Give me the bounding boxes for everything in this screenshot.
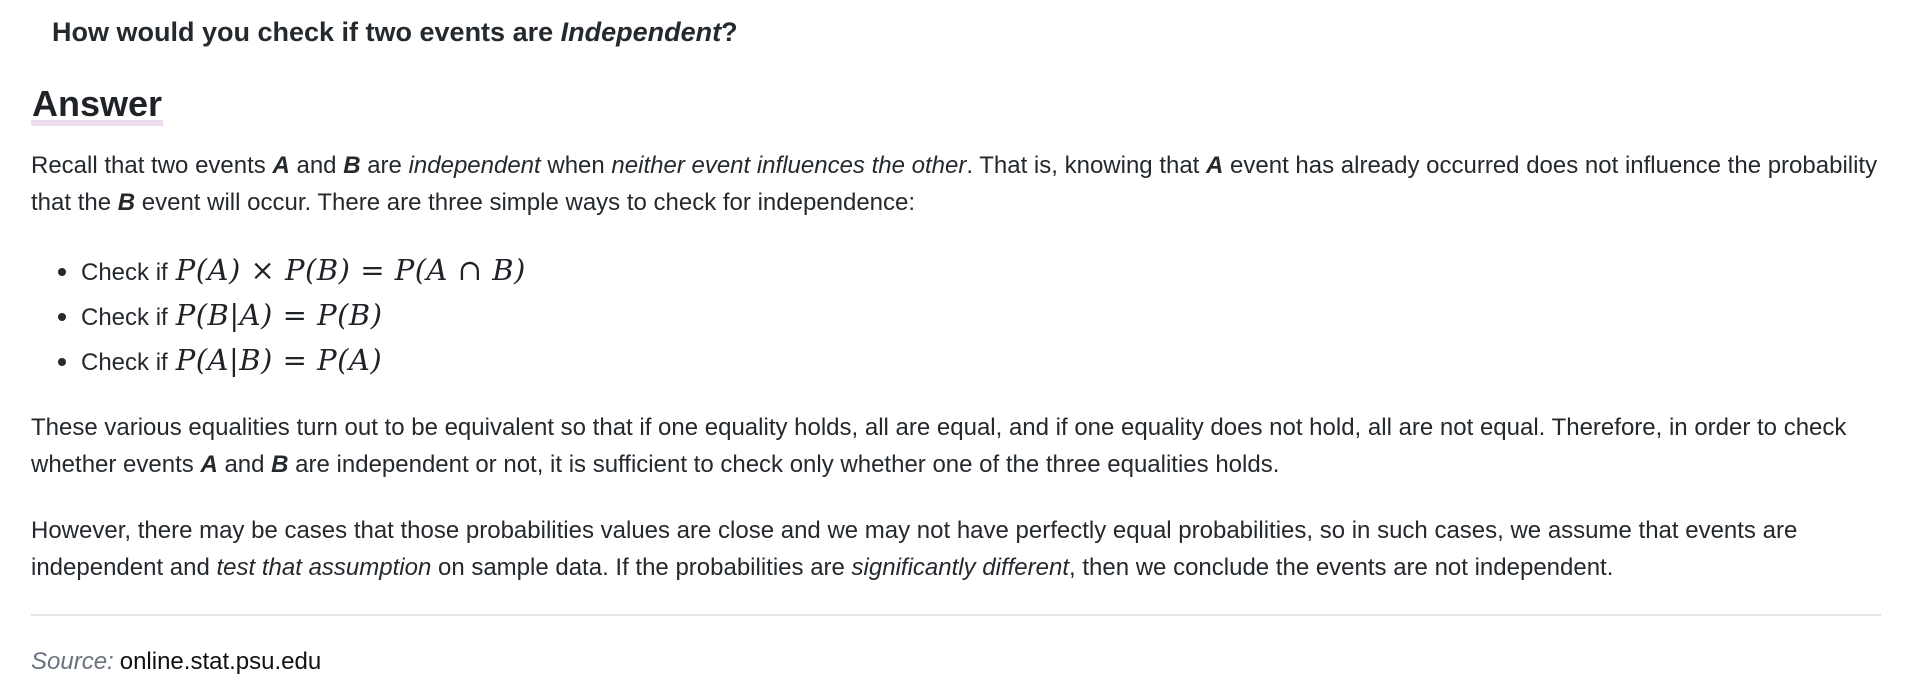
text: and xyxy=(289,152,344,179)
event-b: B xyxy=(271,451,289,478)
list-item: Check if P(B|A) = P(B) xyxy=(58,293,526,338)
source-label: Source: xyxy=(31,648,114,675)
text: event will occur. There are three simple… xyxy=(135,189,916,216)
question-prefix: How would you check if two events are xyxy=(52,17,561,47)
text: . That is, knowing that xyxy=(966,152,1207,179)
list-item: Check if P(A|B) = P(A) xyxy=(58,338,526,383)
answer-heading: Answer xyxy=(31,82,164,126)
text: Recall that two events xyxy=(31,152,273,179)
text: are independent or not, it is sufficient… xyxy=(288,451,1280,478)
check-label: Check if xyxy=(81,304,168,331)
event-b: B xyxy=(117,189,136,216)
emphasis: significantly different xyxy=(851,554,1069,581)
source-line: Source: online.stat.psu.edu xyxy=(31,648,321,676)
event-b: B xyxy=(343,152,361,179)
article: How would you check if two events are In… xyxy=(0,0,1928,692)
paragraph-recall: Recall that two events A and B are indep… xyxy=(31,147,1888,221)
formula: P(A|B) = P(A) xyxy=(175,343,383,377)
emphasis: neither event influences the other xyxy=(611,152,967,179)
text: on sample data. If the probabilities are xyxy=(431,554,852,581)
event-a: A xyxy=(200,451,218,478)
event-a: A xyxy=(272,152,290,179)
text: are xyxy=(360,152,409,179)
paragraph-equivalence: These various equalities turn out to be … xyxy=(31,409,1888,483)
formula: P(A) × P(B) = P(A ∩ B) xyxy=(175,253,526,287)
text: , then we conclude the events are not in… xyxy=(1069,554,1614,581)
check-label: Check if xyxy=(81,349,168,376)
divider xyxy=(31,614,1881,616)
source-link[interactable]: online.stat.psu.edu xyxy=(120,648,321,675)
formula: P(B|A) = P(B) xyxy=(175,298,383,332)
emphasis: independent xyxy=(408,152,541,179)
check-list: Check if P(A) × P(B) = P(A ∩ B) Check if P… xyxy=(58,248,526,383)
paragraph-assumption: However, there may be cases that those p… xyxy=(31,512,1888,586)
question-emphasis: Independent xyxy=(560,17,722,47)
question-suffix: ? xyxy=(721,17,738,47)
event-a: A xyxy=(1206,152,1224,179)
text: and xyxy=(217,451,272,478)
text: when xyxy=(540,152,612,179)
list-item: Check if P(A) × P(B) = P(A ∩ B) xyxy=(58,248,526,293)
question-heading: How would you check if two events are In… xyxy=(52,17,738,48)
emphasis: test that assumption xyxy=(216,554,432,581)
check-label: Check if xyxy=(81,259,168,286)
